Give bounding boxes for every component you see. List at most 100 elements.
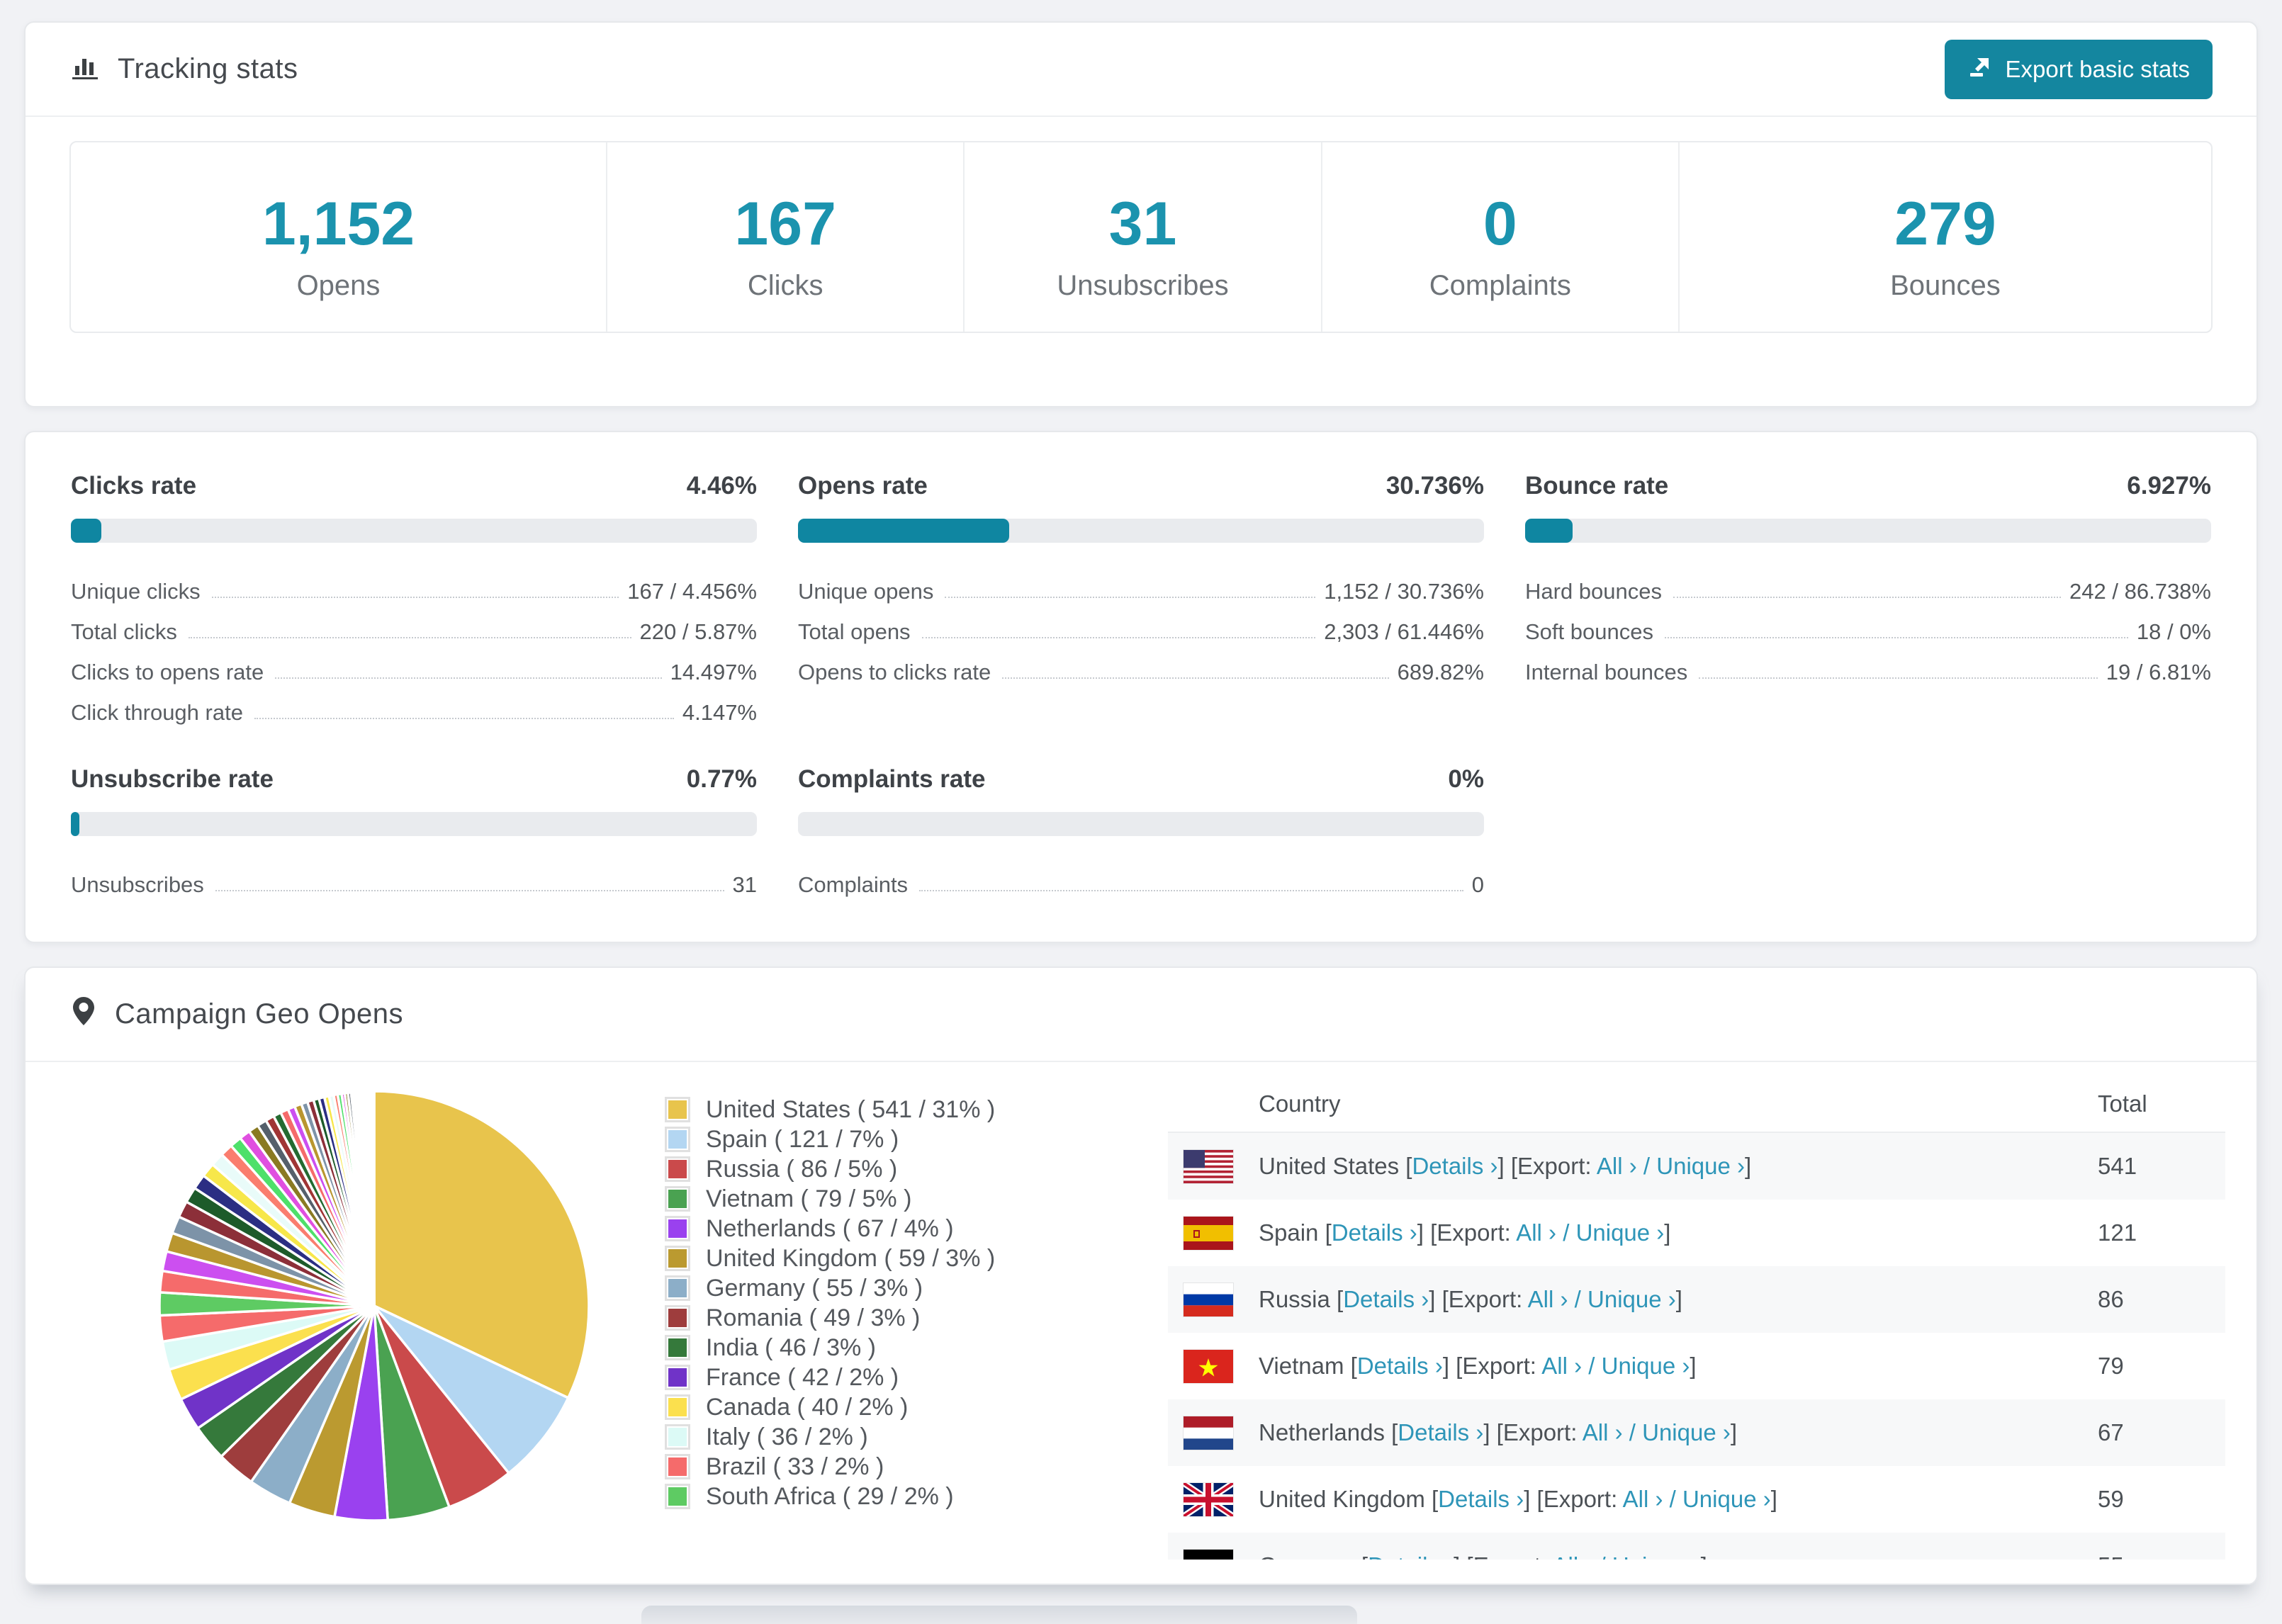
rate-row-label: Complaints — [798, 872, 909, 897]
dotted-leader — [1673, 597, 2062, 598]
export-unique-link[interactable]: Unique › — [1682, 1486, 1771, 1512]
total-cell: 59 — [2098, 1486, 2124, 1512]
progress-bar-fill — [1525, 519, 1573, 543]
summary-cell-complaints: 0 Complaints — [1320, 142, 1678, 332]
total-cell: 67 — [2098, 1419, 2124, 1445]
flag-icon-ru — [1184, 1282, 1233, 1316]
rate-row-label: Unique opens — [798, 579, 934, 604]
details-link[interactable]: Details › — [1438, 1486, 1524, 1512]
legend-swatch — [665, 1335, 690, 1360]
rate-title: Bounce rate — [1525, 472, 1669, 500]
details-link[interactable]: Details › — [1357, 1353, 1443, 1379]
progress-bar-track — [71, 519, 757, 543]
export-unique-link[interactable]: Unique › — [1642, 1419, 1731, 1445]
rate-row-label: Opens to clicks rate — [798, 660, 991, 684]
export-all-link[interactable]: All › — [1516, 1219, 1556, 1246]
export-prefix: Export: — [1517, 1153, 1592, 1179]
geo-table-row-vn: Vietnam [Details ›] [Export: All › / Uni… — [1168, 1333, 2225, 1399]
legend-item: Spain ( 121 / 7% ) — [665, 1124, 1118, 1154]
rate-row-label: Hard bounces — [1525, 579, 1663, 604]
progress-bar-track — [1525, 519, 2211, 543]
legend-item: India ( 46 / 3% ) — [665, 1333, 1118, 1363]
export-all-link[interactable]: All › — [1528, 1286, 1568, 1312]
rate-title: Clicks rate — [71, 472, 197, 500]
progress-bar-fill — [798, 519, 1009, 543]
geo-table-scroll-area[interactable]: Country Total United States [Details ›] … — [1168, 1076, 2225, 1560]
legend-item: Romania ( 49 / 3% ) — [665, 1303, 1118, 1333]
export-unique-link[interactable]: Unique › — [1602, 1353, 1690, 1379]
summary-strip: 1,152 Opens 167 Clicks 31 Unsubscribes 0 Compla… — [69, 141, 2213, 333]
legend-label: Canada ( 40 / 2% ) — [706, 1393, 909, 1421]
pie-slice — [372, 1090, 376, 1307]
summary-label: Opens — [296, 270, 381, 301]
page-title: Tracking stats — [118, 53, 298, 84]
export-all-link[interactable]: All › — [1583, 1419, 1623, 1445]
dotted-leader — [275, 677, 662, 679]
export-all-link[interactable]: All › — [1623, 1486, 1663, 1512]
geo-pie-chart — [154, 1078, 594, 1560]
total-cell: 86 — [2098, 1286, 2124, 1312]
legend-swatch — [665, 1097, 690, 1122]
summary-value: 31 — [1108, 190, 1177, 258]
country-name: Germany — [1259, 1552, 1355, 1560]
rate-row: Internal bounces 19 / 6.81% — [1525, 645, 2211, 685]
legend-swatch — [665, 1156, 690, 1182]
export-all-link[interactable]: All › — [1597, 1153, 1637, 1179]
geo-table-row-ru: Russia [Details ›] [Export: All › / Uniq… — [1168, 1266, 2225, 1333]
rate-row-value: 2,303 / 61.446% — [1324, 619, 1484, 644]
flag-icon-us — [1184, 1149, 1233, 1183]
legend-item: Italy ( 36 / 2% ) — [665, 1422, 1118, 1452]
column-header-total: Total — [2098, 1090, 2147, 1117]
rate-rows: Hard bounces 242 / 86.738% Soft bounces 18 … — [1525, 564, 2211, 685]
country-name: United Kingdom — [1259, 1486, 1425, 1512]
summary-label: Bounces — [1890, 270, 2001, 301]
rate-row-label: Soft bounces — [1525, 619, 1653, 644]
details-link[interactable]: Details › — [1332, 1219, 1417, 1246]
legend-swatch — [665, 1454, 690, 1479]
export-all-link[interactable]: All › — [1553, 1552, 1593, 1560]
legend-label: Romania ( 49 / 3% ) — [706, 1304, 921, 1331]
geo-table-row-nl: Netherlands [Details ›] [Export: All › /… — [1168, 1399, 2225, 1466]
summary-value: 1,152 — [262, 190, 415, 258]
geo-body: United States ( 541 / 31% ) Spain ( 121 /… — [26, 1062, 2256, 1560]
export-unique-link[interactable]: Unique › — [1612, 1552, 1701, 1560]
legend-label: Germany ( 55 / 3% ) — [706, 1274, 923, 1302]
geo-table-row-es: Spain [Details ›] [Export: All › / Uniqu… — [1168, 1200, 2225, 1266]
geo-opens-header: Campaign Geo Opens — [26, 968, 2256, 1062]
map-pin-icon — [69, 996, 98, 1034]
legend-label: Italy ( 36 / 2% ) — [706, 1423, 868, 1450]
legend-swatch — [665, 1127, 690, 1152]
progress-bar-track — [798, 519, 1484, 543]
summary-value: 0 — [1483, 190, 1517, 258]
details-link[interactable]: Details › — [1368, 1552, 1454, 1560]
export-icon — [1967, 54, 1993, 85]
export-unique-link[interactable]: Unique › — [1576, 1219, 1665, 1246]
legend-label: France ( 42 / 2% ) — [706, 1363, 899, 1391]
summary-value: 167 — [734, 190, 836, 258]
progress-bar-track — [71, 812, 757, 836]
country-cell: United States [Details ›] [Export: All ›… — [1259, 1153, 1752, 1179]
geo-opens-title: Campaign Geo Opens — [69, 996, 403, 1034]
export-prefix: Export: — [1462, 1353, 1536, 1379]
column-header-country: Country — [1259, 1090, 1341, 1117]
summary-label: Clicks — [747, 270, 824, 301]
horizontal-scrollbar[interactable] — [641, 1606, 1357, 1624]
rate-value: 0% — [1448, 765, 1484, 793]
rate-row: Soft bounces 18 / 0% — [1525, 604, 2211, 645]
tracking-stats-header: Tracking stats Export basic stats — [26, 23, 2256, 117]
export-all-link[interactable]: All › — [1541, 1353, 1582, 1379]
rate-row: Click through rate 4.147% — [71, 685, 757, 726]
rate-row-label: Total clicks — [71, 619, 177, 644]
export-basic-stats-button[interactable]: Export basic stats — [1944, 39, 2213, 99]
export-unique-link[interactable]: Unique › — [1587, 1286, 1676, 1312]
dotted-leader — [254, 718, 674, 719]
export-unique-link[interactable]: Unique › — [1656, 1153, 1745, 1179]
flag-icon-nl — [1184, 1416, 1233, 1450]
details-link[interactable]: Details › — [1412, 1153, 1497, 1179]
details-link[interactable]: Details › — [1343, 1286, 1429, 1312]
rate-row-value: 0 — [1471, 872, 1484, 897]
rate-row: Clicks to opens rate 14.497% — [71, 645, 757, 685]
rate-title: Opens rate — [798, 472, 928, 500]
legend-item: Brazil ( 33 / 2% ) — [665, 1452, 1118, 1482]
details-link[interactable]: Details › — [1398, 1419, 1483, 1445]
